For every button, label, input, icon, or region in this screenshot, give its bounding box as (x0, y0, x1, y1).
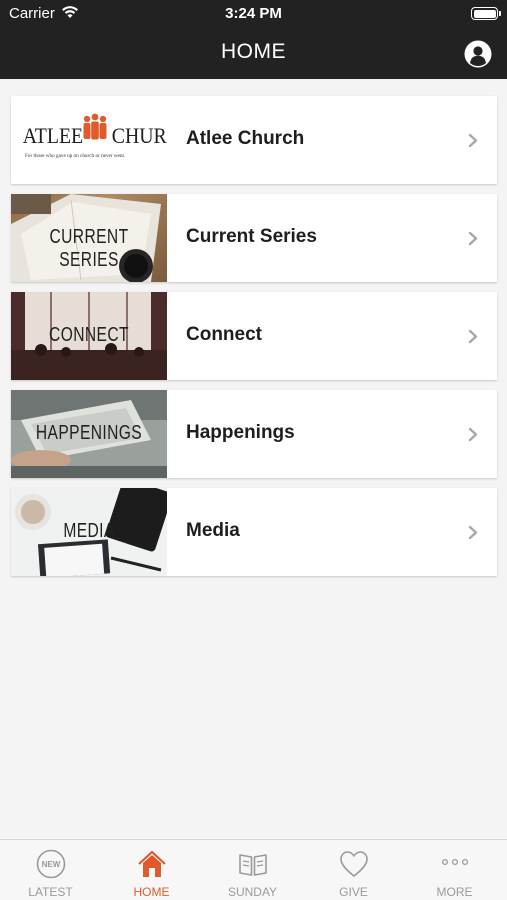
tab-label: LATEST (28, 885, 73, 899)
page-title: HOME (221, 40, 286, 63)
tab-give[interactable]: GIVE (303, 840, 404, 900)
top-bar: Carrier 3:24 PM HOME (0, 0, 507, 79)
happenings-image: HAPPENINGS (11, 390, 167, 478)
thumb-title: CONNECT (49, 324, 129, 346)
menu-list: ATLEE CHURCH For those who gave up on ch… (11, 96, 497, 586)
chevron-right-icon (468, 231, 478, 246)
tab-label: HOME (133, 885, 170, 899)
tab-label: SUNDAY (227, 885, 278, 899)
more-dots-icon (441, 858, 469, 866)
status-time: 3:24 PM (225, 5, 282, 22)
list-item-happenings[interactable]: HAPPENINGS Happenings (11, 390, 497, 478)
tab-label: MORE (436, 885, 473, 899)
tab-label: GIVE (339, 885, 368, 899)
heart-icon (340, 851, 368, 877)
tab-latest[interactable]: NEW LATEST (0, 840, 101, 900)
book-icon (239, 854, 267, 876)
chevron-right-icon (468, 427, 478, 442)
list-item-label: Current Series (186, 226, 317, 247)
home-icon (138, 850, 166, 877)
media-image: MEDIA (11, 488, 167, 576)
chevron-right-icon (468, 525, 478, 540)
list-item-connect[interactable]: CONNECT Connect (11, 292, 497, 380)
new-badge-icon: NEW (36, 849, 66, 879)
logo-right-text: CHURCH (112, 123, 167, 148)
svg-text:NEW: NEW (42, 860, 61, 869)
profile-icon[interactable] (464, 40, 492, 68)
thumb-title: MEDIA (63, 520, 115, 542)
logo-tagline: For those who gave up on church or never… (25, 153, 125, 159)
list-item-current-series[interactable]: CURRENT SERIES Current Series (11, 194, 497, 282)
chevron-right-icon (468, 133, 478, 148)
atlee-church-logo: ATLEE CHURCH For those who gave up on ch… (11, 96, 167, 184)
list-item-label: Media (186, 520, 240, 541)
list-item-media[interactable]: MEDIA Media (11, 488, 497, 576)
tab-more[interactable]: MORE (404, 840, 505, 900)
status-bar: Carrier 3:24 PM (0, 0, 507, 28)
logo-left-text: ATLEE (23, 123, 83, 148)
tab-home[interactable]: HOME (101, 840, 202, 900)
battery-icon (471, 7, 501, 20)
list-item-atlee-church[interactable]: ATLEE CHURCH For those who gave up on ch… (11, 96, 497, 184)
chevron-right-icon (468, 329, 478, 344)
connect-image: CONNECT (11, 292, 167, 380)
list-item-label: Atlee Church (186, 128, 305, 149)
thumb-title: HAPPENINGS (35, 422, 143, 444)
thumb-title: CURRENT SERIES (49, 226, 129, 271)
current-series-image: CURRENT SERIES (11, 194, 167, 282)
list-item-label: Happenings (186, 422, 295, 443)
tab-bar: NEW LATEST HOME SUNDAY GIVE MORE (0, 839, 507, 900)
list-item-label: Connect (186, 324, 262, 345)
tab-sunday[interactable]: SUNDAY (202, 840, 303, 900)
